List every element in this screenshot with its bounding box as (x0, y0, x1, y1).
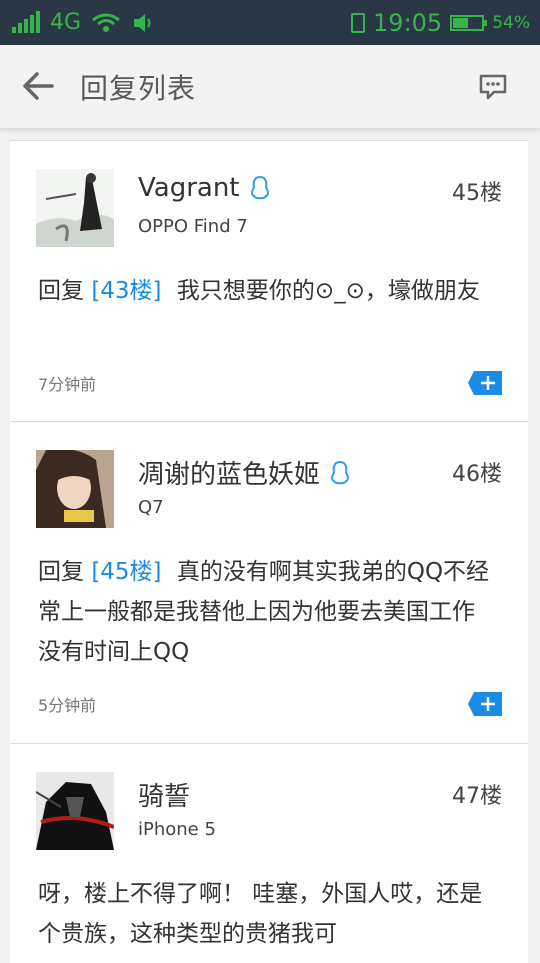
device-label: Q7 (138, 497, 164, 518)
avatar[interactable] (36, 772, 114, 850)
reply-text: 我只想要你的⊙_⊙，壕做朋友 (176, 278, 480, 304)
avatar[interactable] (36, 169, 114, 247)
vibrate-icon (351, 12, 366, 33)
reply-add-icon[interactable] (468, 692, 502, 716)
floor-number: 47楼 (452, 784, 502, 809)
reply-content: 回复 [45楼] 真的没有啊其实我弟的QQ不经常上一般都是我替他上因为他要去美国… (38, 552, 493, 672)
reply-content: 呀，楼上不得了啊！ 哇塞，外国人哎，还是个贵族，这种类型的贵猪我可 (38, 874, 483, 954)
app-header: 回复列表 (0, 45, 540, 129)
username[interactable]: Vagrant (138, 173, 270, 203)
username-text: 凋谢的蓝色妖姬 (138, 460, 321, 490)
reply-text: 呀，楼上不得了啊！ 哇塞，外国人哎，还是个贵族，这种类型的贵猪我可 (38, 881, 483, 947)
username[interactable]: 骑誓 (138, 776, 190, 813)
device-label: iPhone 5 (138, 819, 216, 840)
reply-content: 回复 [43楼] 我只想要你的⊙_⊙，壕做朋友 (38, 271, 493, 311)
qq-penguin-icon (331, 460, 349, 484)
reply-floor-link[interactable]: [45楼] (91, 559, 161, 585)
wifi-icon (92, 13, 120, 32)
reply-card: 骑誓 iPhone 5 47楼 呀，楼上不得了啊！ 哇塞，外国人哎，还是个贵族，… (10, 743, 528, 963)
qq-penguin-icon (250, 175, 269, 200)
volume-icon (134, 13, 151, 32)
signal-icon (12, 10, 40, 33)
back-arrow-icon[interactable] (22, 71, 54, 101)
reply-floor-link[interactable]: [43楼] (91, 278, 161, 304)
floor-number: 45楼 (452, 181, 502, 206)
network-type: 4G (50, 10, 82, 35)
username[interactable]: 凋谢的蓝色妖姬 (138, 454, 350, 491)
reply-prefix: 回复 (38, 278, 84, 304)
floor-number: 46楼 (452, 462, 502, 487)
battery-percent: 54% (492, 12, 530, 33)
page-title: 回复列表 (80, 72, 197, 105)
reply-card: Vagrant OPPO Find 7 45楼 回复 [43楼] 我只想要你的⊙… (10, 140, 528, 421)
status-bar: 4G 19:05 54% (0, 0, 540, 45)
username-text: Vagrant (138, 173, 240, 203)
battery-icon (450, 14, 488, 31)
post-time: 7分钟前 (38, 375, 97, 394)
avatar[interactable] (36, 450, 114, 528)
reply-prefix: 回复 (38, 559, 84, 585)
username-text: 骑誓 (138, 782, 191, 812)
reply-add-icon[interactable] (468, 371, 502, 395)
message-icon[interactable] (478, 73, 508, 101)
reply-card: 凋谢的蓝色妖姬 Q7 46楼 回复 [45楼] 真的没有啊其实我弟的QQ不经常上… (10, 421, 528, 743)
device-label: OPPO Find 7 (138, 216, 248, 237)
post-time: 5分钟前 (38, 696, 97, 715)
clock: 19:05 (373, 8, 443, 37)
reply-list: Vagrant OPPO Find 7 45楼 回复 [43楼] 我只想要你的⊙… (10, 140, 528, 963)
